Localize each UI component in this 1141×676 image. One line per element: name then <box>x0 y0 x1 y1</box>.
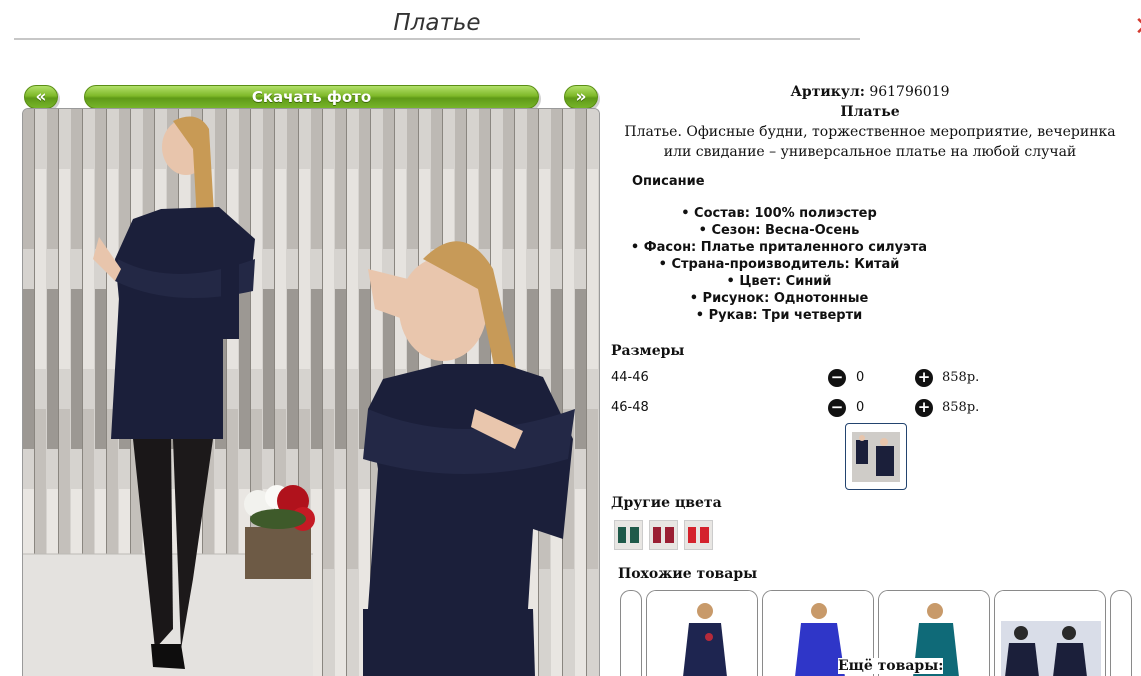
similar-scroll-right[interactable] <box>1110 590 1132 676</box>
spec-item: Рукав: Три четверти <box>612 307 946 324</box>
similar-product-image <box>995 591 1105 676</box>
other-colors-heading: Другие цвета <box>611 495 722 511</box>
similar-product-image <box>647 591 757 676</box>
color-swatch[interactable] <box>614 520 643 550</box>
size-price: 858р. <box>942 370 980 385</box>
prev-photo-button[interactable]: « <box>24 85 58 109</box>
color-swatch-image <box>685 521 712 549</box>
size-label: 46-48 <box>611 400 649 415</box>
article-line: Артикул: 961796019 <box>612 82 1128 102</box>
other-colors-list <box>614 520 713 550</box>
close-icon[interactable]: ✕ <box>1134 14 1141 40</box>
spec-item: Состав: 100% полиэстер <box>612 205 946 222</box>
spec-item: Страна-производитель: Китай <box>612 256 946 273</box>
minus-icon[interactable]: − <box>828 369 846 387</box>
quantity-value: 0 <box>856 370 865 385</box>
color-swatch-image <box>615 521 642 549</box>
color-swatch[interactable] <box>649 520 678 550</box>
size-label: 44-46 <box>611 370 649 385</box>
article-number: 961796019 <box>869 84 950 100</box>
similar-product-card[interactable] <box>994 590 1106 676</box>
sizes-heading: Размеры <box>611 343 685 359</box>
description-heading: Описание <box>632 174 705 189</box>
product-summary: Платье. Офисные будни, торжественное мер… <box>624 124 1116 160</box>
color-swatch[interactable] <box>684 520 713 550</box>
size-row: 44-46 − 0 + 858р. <box>611 368 991 388</box>
spec-list: Состав: 100% полиэстер Сезон: Весна-Осен… <box>612 205 946 324</box>
product-photo-image <box>23 109 599 676</box>
spec-item: Рисунок: Однотонные <box>612 290 946 307</box>
spec-item: Сезон: Весна-Осень <box>612 222 946 239</box>
color-swatch-image <box>650 521 677 549</box>
quantity-value: 0 <box>856 400 865 415</box>
product-name: Платье <box>840 104 900 120</box>
product-photo[interactable] <box>22 108 600 676</box>
page-title: Платье <box>14 8 860 40</box>
size-price: 858р. <box>942 400 980 415</box>
plus-icon[interactable]: + <box>915 399 933 417</box>
download-photo-button[interactable]: Скачать фото <box>84 85 539 109</box>
similar-scroll-left[interactable] <box>620 590 642 676</box>
photo-thumbnail[interactable] <box>845 423 907 490</box>
more-products-label[interactable]: Ещё товары: <box>838 658 944 674</box>
article-label: Артикул: <box>790 84 865 100</box>
similar-product-card[interactable] <box>646 590 758 676</box>
plus-icon[interactable]: + <box>915 369 933 387</box>
spec-item: Фасон: Платье приталенного силуэта <box>612 239 946 256</box>
size-row: 46-48 − 0 + 858р. <box>611 398 991 418</box>
thumbnail-image <box>852 431 900 482</box>
product-info: Артикул: 961796019 Платье Платье. Офисны… <box>612 82 1128 162</box>
next-photo-button[interactable]: » <box>564 85 598 109</box>
minus-icon[interactable]: − <box>828 399 846 417</box>
similar-heading: Похожие товары <box>618 566 758 582</box>
spec-item: Цвет: Синий <box>612 273 946 290</box>
